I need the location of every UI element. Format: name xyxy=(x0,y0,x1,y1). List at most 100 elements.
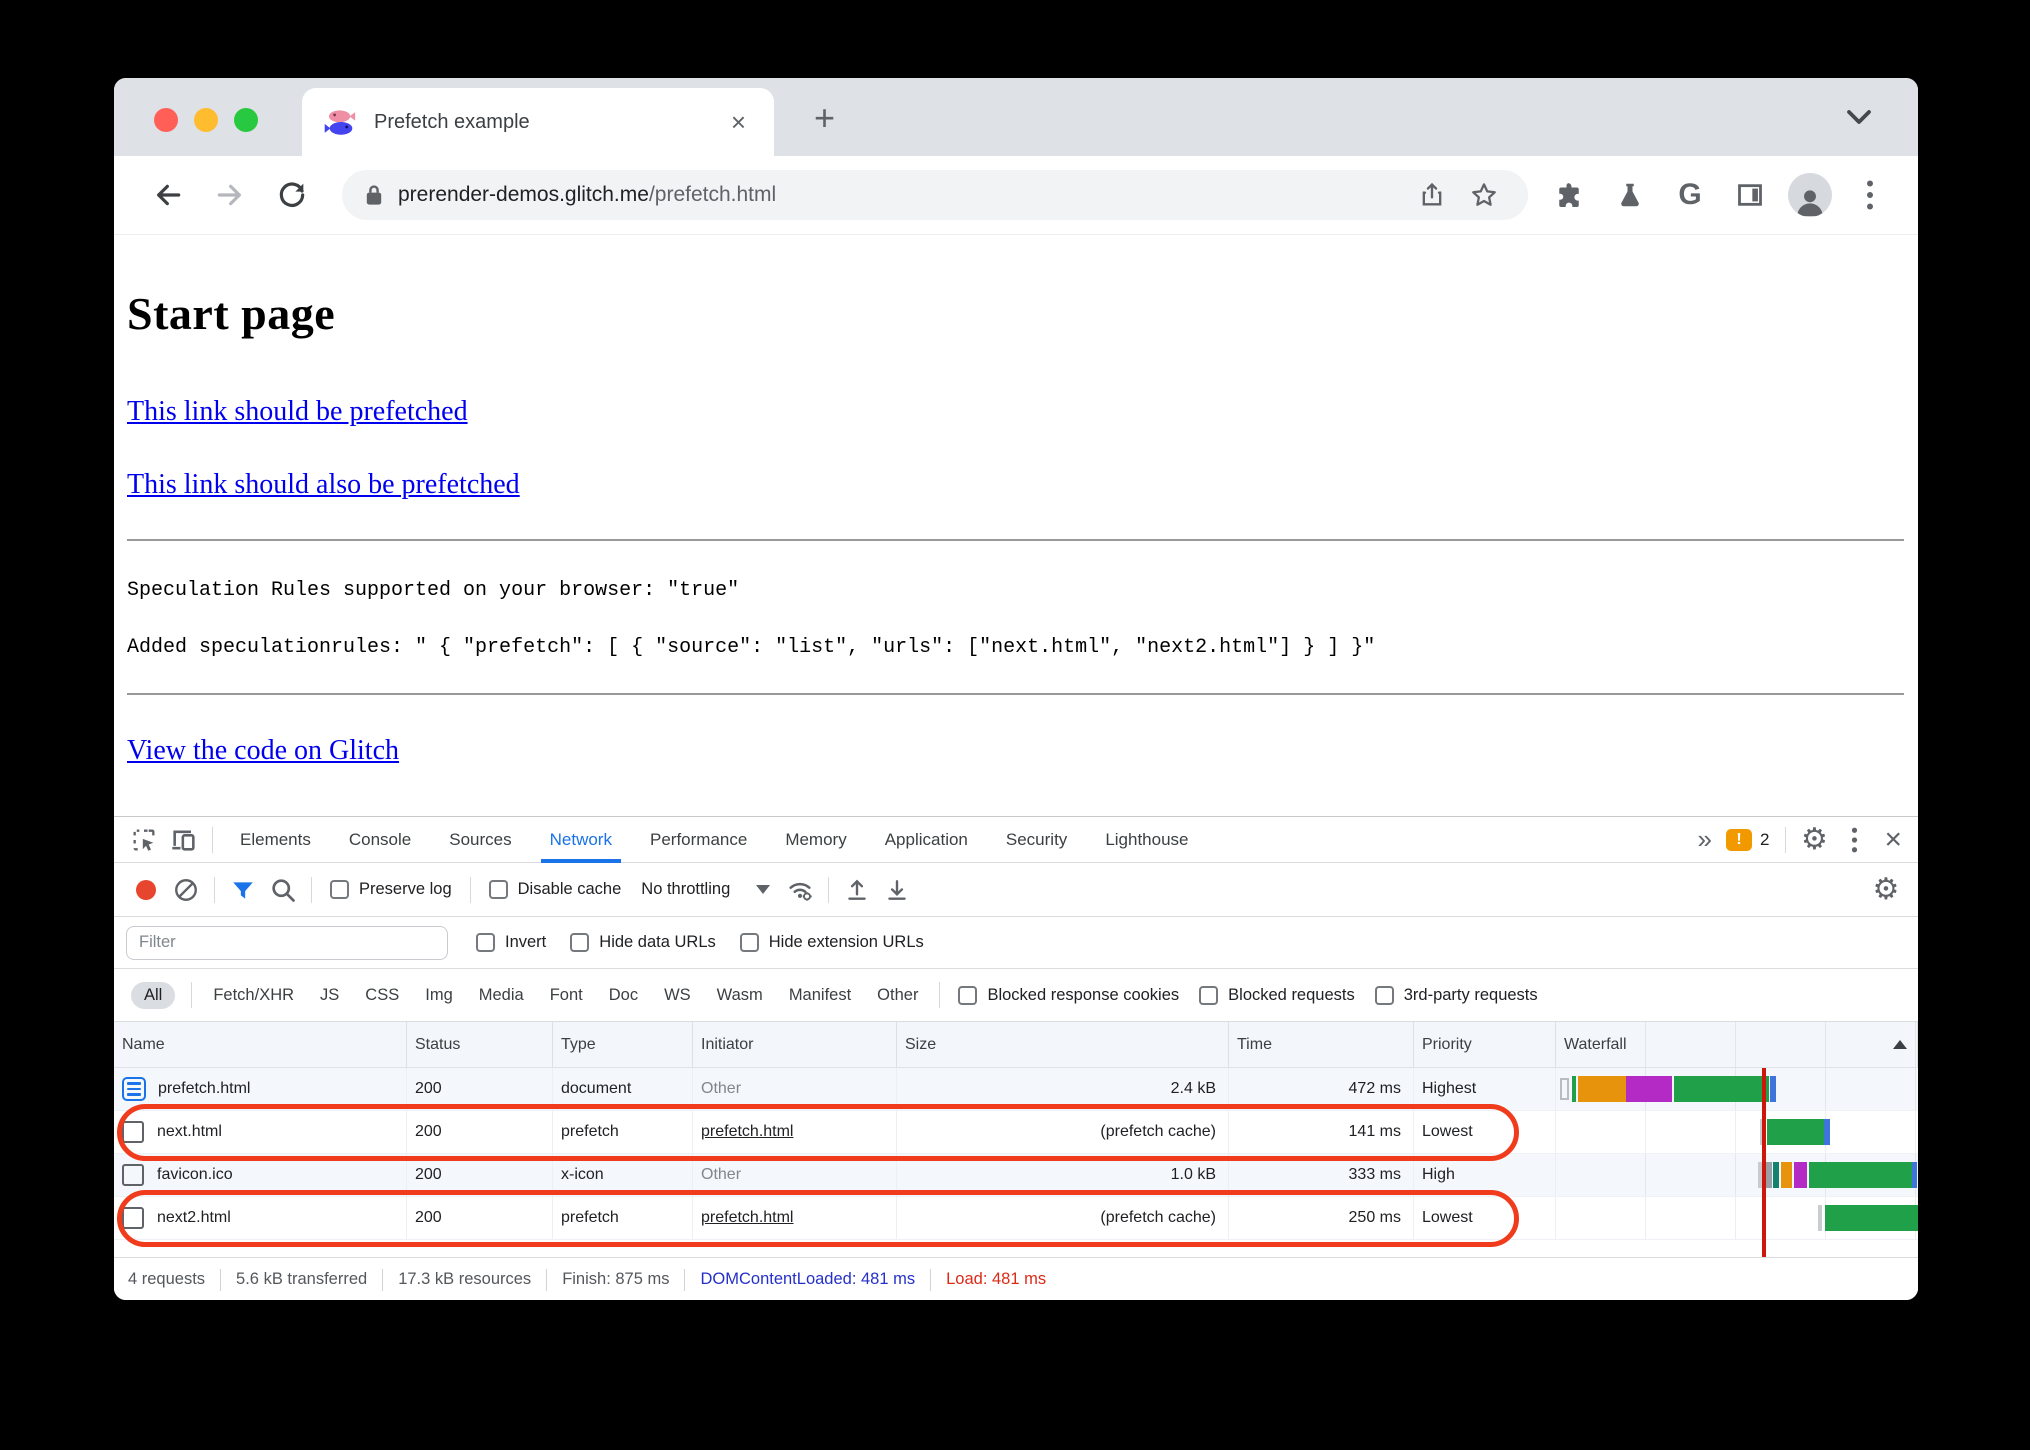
filter-pill-other[interactable]: Other xyxy=(869,982,926,1009)
device-toolbar-icon[interactable] xyxy=(164,820,204,860)
filter-pill-doc[interactable]: Doc xyxy=(601,982,646,1009)
filter-pill-wasm[interactable]: Wasm xyxy=(709,982,771,1009)
speculation-support-text: Speculation Rules supported on your brow… xyxy=(127,579,740,602)
invert-checkbox[interactable]: Invert xyxy=(476,933,546,952)
initiator-link[interactable]: prefetch.html xyxy=(701,1123,793,1141)
forward-button[interactable] xyxy=(204,169,256,221)
column-header-name[interactable]: Name xyxy=(114,1022,407,1067)
clear-network-log-button[interactable] xyxy=(166,870,206,910)
column-header-initiator[interactable]: Initiator xyxy=(693,1022,897,1067)
minimize-window-button[interactable] xyxy=(194,108,218,132)
third-party-requests-checkbox[interactable]: 3rd-party requests xyxy=(1374,985,1538,1005)
new-tab-button[interactable]: + xyxy=(814,100,835,136)
chrome-labs-flask-icon[interactable] xyxy=(1604,169,1656,221)
column-header-time[interactable]: Time xyxy=(1229,1022,1414,1067)
browser-menu-dots-icon[interactable] xyxy=(1844,169,1896,221)
hide-data-urls-checkbox[interactable]: Hide data URLs xyxy=(570,933,716,952)
network-conditions-icon[interactable] xyxy=(780,870,820,910)
blocked-response-cookies-checkbox[interactable]: Blocked response cookies xyxy=(958,985,1179,1005)
tab-memory[interactable]: Memory xyxy=(766,817,865,863)
devtools-menu-dots-icon[interactable] xyxy=(1834,820,1874,860)
network-summary-bar: 4 requests 5.6 kB transferred 17.3 kB re… xyxy=(114,1257,1918,1300)
table-row[interactable]: favicon.ico 200 x-icon Other 1.0 kB 333 … xyxy=(114,1154,1918,1197)
filter-pill-manifest[interactable]: Manifest xyxy=(781,982,859,1009)
filter-pill-font[interactable]: Font xyxy=(542,982,591,1009)
profile-avatar[interactable] xyxy=(1784,169,1836,221)
throttling-dropdown[interactable]: No throttling xyxy=(641,880,771,899)
tab-sources[interactable]: Sources xyxy=(430,817,530,863)
divider xyxy=(1785,826,1787,853)
inspect-element-icon[interactable] xyxy=(124,820,164,860)
tab-application[interactable]: Application xyxy=(866,817,987,863)
devtools-close-icon[interactable]: × xyxy=(1874,824,1912,855)
table-row[interactable]: next.html 200 prefetch prefetch.html (pr… xyxy=(114,1111,1918,1154)
filter-pill-img[interactable]: Img xyxy=(417,982,461,1009)
column-header-status[interactable]: Status xyxy=(407,1022,553,1067)
filter-pill-js[interactable]: JS xyxy=(312,982,347,1009)
checkbox-icon[interactable] xyxy=(1199,985,1219,1005)
tab-performance[interactable]: Performance xyxy=(631,817,766,863)
column-header-type[interactable]: Type xyxy=(553,1022,693,1067)
checkbox-icon[interactable] xyxy=(1374,985,1394,1005)
reload-button[interactable] xyxy=(266,169,318,221)
address-bar[interactable]: prerender-demos.glitch.me/prefetch.html xyxy=(342,170,1528,220)
requests-count: 4 requests xyxy=(128,1270,206,1288)
tab-console[interactable]: Console xyxy=(330,817,430,863)
preserve-log-checkbox[interactable]: Preserve log xyxy=(330,880,452,899)
hide-extension-urls-checkbox[interactable]: Hide extension URLs xyxy=(739,933,924,952)
back-button[interactable] xyxy=(142,169,194,221)
checkbox-icon[interactable] xyxy=(739,933,759,952)
issues-warning-icon xyxy=(1726,828,1752,851)
bookmark-star-button[interactable] xyxy=(1458,169,1510,221)
checkbox-icon[interactable] xyxy=(476,933,495,952)
table-row[interactable]: next2.html 200 prefetch prefetch.html (p… xyxy=(114,1197,1918,1240)
tab-network[interactable]: Network xyxy=(531,817,631,863)
record-network-log-button[interactable] xyxy=(126,870,166,910)
side-panel-icon[interactable] xyxy=(1724,169,1776,221)
import-har-icon[interactable] xyxy=(837,870,877,910)
devtools-panel: Elements Console Sources Network Perform… xyxy=(114,816,1918,1300)
more-tabs-icon[interactable]: » xyxy=(1690,824,1718,855)
screenshot-stage: Prefetch example × + prerender-demos.gli… xyxy=(0,0,2030,1450)
network-settings-gear-icon[interactable]: ⚙ xyxy=(1866,870,1906,910)
google-g-icon[interactable]: G xyxy=(1664,169,1716,221)
tab-elements[interactable]: Elements xyxy=(221,817,330,863)
export-har-icon[interactable] xyxy=(877,870,917,910)
filter-pill-all[interactable]: All xyxy=(131,981,176,1009)
search-icon[interactable] xyxy=(263,870,303,910)
filter-pill-ws[interactable]: WS xyxy=(656,982,699,1009)
devtools-settings-gear-icon[interactable]: ⚙ xyxy=(1794,820,1834,860)
blocked-requests-checkbox[interactable]: Blocked requests xyxy=(1199,985,1355,1005)
extensions-puzzle-icon[interactable] xyxy=(1544,169,1596,221)
checkbox-icon[interactable] xyxy=(488,880,508,899)
column-header-size[interactable]: Size xyxy=(897,1022,1229,1067)
divider xyxy=(828,876,830,903)
tab-security[interactable]: Security xyxy=(987,817,1086,863)
initiator-link[interactable]: prefetch.html xyxy=(701,1209,793,1227)
checkbox-icon[interactable] xyxy=(570,933,590,952)
prefetch-link-1[interactable]: This link should be prefetched xyxy=(127,396,468,428)
tab-lighthouse[interactable]: Lighthouse xyxy=(1086,817,1207,863)
tab-close-icon[interactable]: × xyxy=(725,107,752,138)
filter-funnel-icon[interactable] xyxy=(223,870,263,910)
issues-button[interactable]: 2 xyxy=(1718,828,1777,851)
close-window-button[interactable] xyxy=(154,108,178,132)
share-button[interactable] xyxy=(1406,169,1458,221)
checkbox-icon[interactable] xyxy=(958,985,978,1005)
browser-tab[interactable]: Prefetch example × xyxy=(302,88,774,156)
table-row[interactable]: prefetch.html 200 document Other 2.4 kB … xyxy=(114,1068,1918,1111)
file-icon xyxy=(122,1121,144,1143)
tab-search-chevron-icon[interactable] xyxy=(1844,106,1874,128)
glitch-code-link[interactable]: View the code on Glitch xyxy=(127,735,399,767)
filter-pill-fetchxhr[interactable]: Fetch/XHR xyxy=(205,982,302,1009)
column-header-priority[interactable]: Priority xyxy=(1414,1022,1556,1067)
disable-cache-checkbox[interactable]: Disable cache xyxy=(488,880,621,899)
prefetch-link-2[interactable]: This link should also be prefetched xyxy=(127,469,520,501)
column-header-waterfall[interactable]: Waterfall xyxy=(1556,1022,1918,1067)
zoom-window-button[interactable] xyxy=(234,108,258,132)
filter-input[interactable] xyxy=(126,925,448,960)
dropdown-caret-icon xyxy=(756,885,771,894)
filter-pill-css[interactable]: CSS xyxy=(357,982,407,1009)
filter-pill-media[interactable]: Media xyxy=(471,982,532,1009)
checkbox-icon[interactable] xyxy=(330,880,349,899)
